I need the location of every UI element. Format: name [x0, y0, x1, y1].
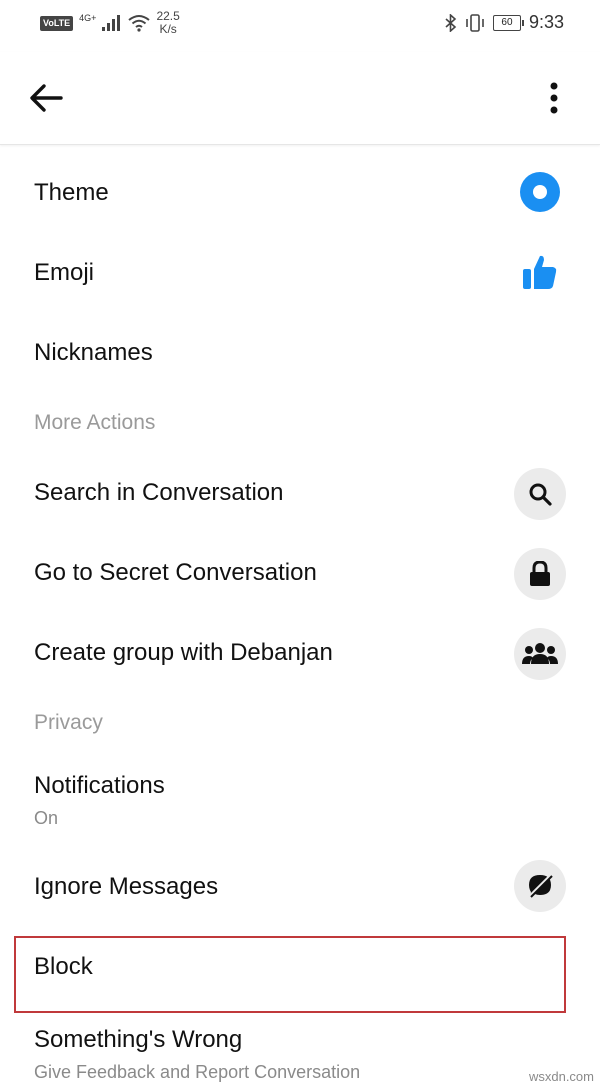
thumbs-up-icon	[520, 252, 560, 292]
back-button[interactable]	[22, 74, 70, 122]
network-type: 4G+	[79, 13, 97, 23]
create-group-label: Create group with Debanjan	[34, 639, 333, 666]
theme-circle-icon	[520, 172, 560, 212]
search-icon	[514, 468, 566, 520]
volte-badge: VoLTE	[40, 15, 74, 31]
more-vertical-icon	[550, 82, 558, 114]
watermark: wsxdn.com	[528, 1069, 594, 1084]
status-right: 60 9:33	[445, 12, 564, 33]
wifi-icon	[128, 15, 151, 32]
theme-row[interactable]: Theme	[0, 154, 600, 234]
emoji-label: Emoji	[34, 259, 95, 286]
nicknames-label: Nicknames	[34, 339, 153, 366]
vibrate-icon	[466, 13, 484, 32]
bluetooth-icon	[445, 13, 457, 32]
emoji-row[interactable]: Emoji	[0, 234, 600, 314]
something-wrong-label: Something's Wrong	[34, 1026, 243, 1053]
theme-label: Theme	[34, 179, 109, 206]
group-icon	[514, 628, 566, 680]
arrow-left-icon	[30, 84, 63, 112]
signal-icon	[102, 15, 121, 31]
more-options-button[interactable]	[538, 74, 570, 122]
network-speed: 22.5 K/s	[156, 10, 179, 36]
battery-icon: 60	[492, 14, 524, 31]
notifications-label: Notifications	[34, 772, 165, 799]
notifications-row[interactable]: Notifications On	[0, 754, 600, 846]
section-privacy: Privacy	[34, 711, 103, 734]
ignore-messages-label: Ignore Messages	[34, 873, 219, 900]
nicknames-row[interactable]: Nicknames	[0, 314, 600, 394]
section-more-actions: More Actions	[34, 411, 156, 434]
clock: 9:33	[528, 12, 564, 32]
ignore-messages-row[interactable]: Ignore Messages	[0, 846, 600, 928]
search-label: Search in Conversation	[34, 479, 284, 506]
something-wrong-row[interactable]: Something's Wrong Give Feedback and Repo…	[0, 1014, 600, 1090]
notifications-status: On	[34, 808, 59, 828]
ignore-icon	[514, 860, 566, 912]
status-bar: VoLTE 4G+ 22.5 K/s 60 9:33	[0, 0, 600, 52]
app-bar	[0, 52, 600, 145]
secret-conversation-label: Go to Secret Conversation	[34, 559, 317, 586]
secret-conversation-row[interactable]: Go to Secret Conversation	[0, 534, 600, 614]
theme-dot	[533, 185, 547, 199]
status-left: VoLTE 4G+ 22.5 K/s	[40, 10, 180, 36]
something-wrong-subtitle: Give Feedback and Report Conversation	[34, 1062, 361, 1082]
block-highlight-box	[14, 936, 566, 1013]
speed-unit: K/s	[159, 22, 177, 36]
search-row[interactable]: Search in Conversation	[0, 454, 600, 534]
create-group-row[interactable]: Create group with Debanjan	[0, 614, 600, 694]
lock-icon	[514, 548, 566, 600]
